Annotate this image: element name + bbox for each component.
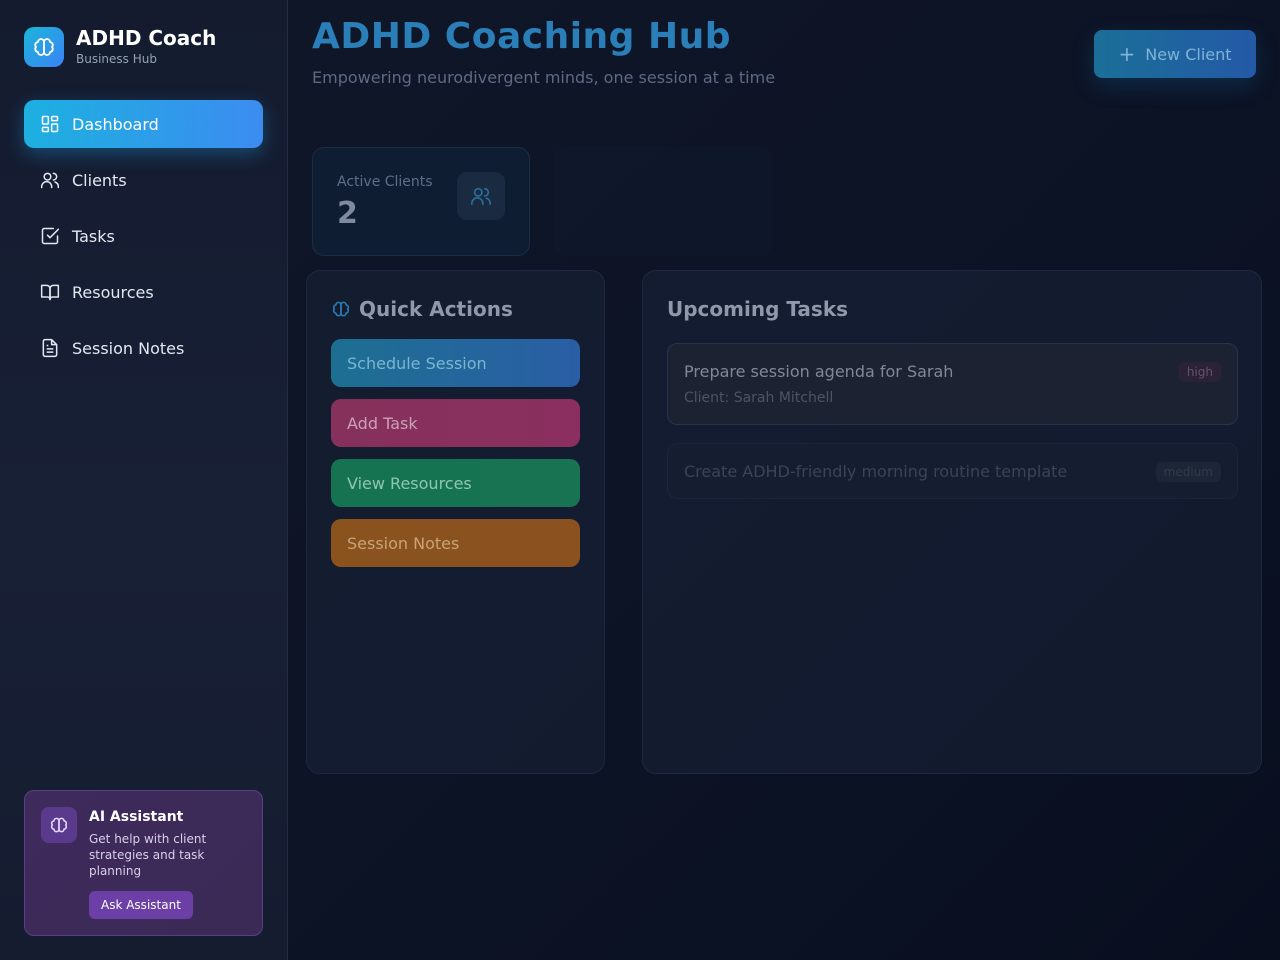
stat-card-active-clients: Active Clients 2: [312, 147, 530, 256]
sidebar-item-label: Dashboard: [72, 114, 159, 134]
ask-assistant-button[interactable]: Ask Assistant: [89, 891, 193, 919]
upcoming-tasks-title: Upcoming Tasks: [667, 297, 849, 321]
priority-badge: high: [1178, 362, 1221, 382]
book-icon: [40, 282, 60, 302]
brain-icon: [24, 26, 64, 67]
schedule-session-button[interactable]: Schedule Session: [331, 339, 580, 387]
sidebar-item-label: Tasks: [72, 226, 115, 246]
page-subtitle: Empowering neurodivergent minds, one ses…: [312, 68, 776, 87]
ai-assistant-description: Get help with client strategies and task…: [89, 832, 207, 878]
plus-icon: +: [1118, 42, 1136, 66]
session-notes-button[interactable]: Session Notes: [331, 519, 580, 567]
task-client: Client: Sarah Mitchell: [684, 390, 834, 406]
app: ADHD Coach Business Hub Dashboard Client…: [0, 0, 1280, 960]
ai-assistant-card: AI Assistant Get help with client strate…: [24, 790, 263, 936]
brain-icon: [41, 807, 77, 843]
main-content: ADHD Coaching Hub Empowering neurodiverg…: [288, 0, 1280, 960]
new-client-label: New Client: [1145, 44, 1232, 64]
sidebar-nav: Dashboard Clients Tasks Resources Sessio…: [24, 100, 263, 380]
priority-badge: medium: [1155, 462, 1221, 482]
add-task-button[interactable]: Add Task: [331, 399, 580, 447]
task-item[interactable]: Prepare session agenda for Sarah Client:…: [667, 343, 1238, 425]
page-title: ADHD Coaching Hub: [312, 16, 732, 57]
upcoming-tasks-panel: Upcoming Tasks Prepare session agenda fo…: [642, 270, 1262, 774]
quick-actions-title: Quick Actions: [359, 297, 513, 321]
task-title: Create ADHD-friendly morning routine tem…: [684, 462, 1068, 481]
sidebar-item-tasks[interactable]: Tasks: [24, 212, 263, 260]
new-client-button[interactable]: + New Client: [1094, 30, 1256, 78]
brand-title: ADHD Coach: [76, 26, 217, 50]
brand[interactable]: ADHD Coach Business Hub: [24, 26, 216, 67]
ai-assistant-title: AI Assistant: [89, 809, 184, 825]
sidebar-item-label: Session Notes: [72, 338, 185, 358]
quick-actions-panel: Quick Actions Schedule Session Add Task …: [306, 270, 605, 774]
sidebar-item-label: Resources: [72, 282, 154, 302]
check-square-icon: [40, 226, 60, 246]
brain-icon: [331, 299, 351, 319]
quick-actions-heading: Quick Actions: [331, 297, 513, 321]
dashboard-icon: [40, 114, 60, 134]
sidebar: ADHD Coach Business Hub Dashboard Client…: [0, 0, 288, 960]
task-title: Prepare session agenda for Sarah: [684, 362, 954, 381]
stat-card-placeholder: [554, 147, 772, 256]
sidebar-item-session-notes[interactable]: Session Notes: [24, 324, 263, 372]
users-icon: [40, 170, 60, 190]
users-icon: [457, 172, 505, 220]
sidebar-item-dashboard[interactable]: Dashboard: [24, 100, 263, 148]
sidebar-item-clients[interactable]: Clients: [24, 156, 263, 204]
task-item[interactable]: Create ADHD-friendly morning routine tem…: [667, 443, 1238, 499]
brand-subtitle: Business Hub: [76, 52, 157, 66]
sidebar-item-resources[interactable]: Resources: [24, 268, 263, 316]
document-icon: [40, 338, 60, 358]
view-resources-button[interactable]: View Resources: [331, 459, 580, 507]
sidebar-item-label: Clients: [72, 170, 127, 190]
